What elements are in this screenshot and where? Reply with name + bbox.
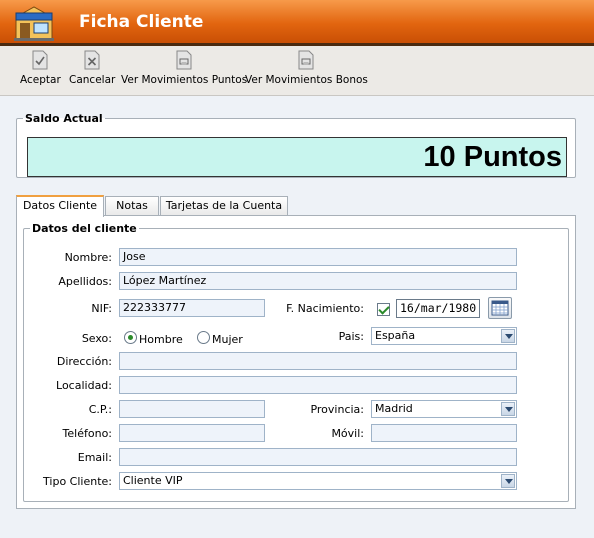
localidad-field[interactable]: [119, 376, 517, 394]
nif-field[interactable]: 222333777: [119, 299, 265, 317]
accept-button[interactable]: Aceptar: [20, 50, 61, 86]
sexo-hombre-label: Hombre: [139, 333, 183, 346]
telefono-field[interactable]: [119, 424, 265, 442]
cp-field[interactable]: [119, 400, 265, 418]
tab-tarjetas[interactable]: Tarjetas de la Cuenta: [160, 196, 288, 216]
printer-document-icon: [298, 50, 314, 70]
cancel-button[interactable]: Cancelar: [69, 50, 115, 86]
balance-legend: Saldo Actual: [25, 112, 103, 125]
email-field[interactable]: [119, 448, 517, 466]
apellidos-field[interactable]: López Martínez: [119, 272, 517, 290]
cancel-label: Cancelar: [69, 74, 116, 86]
sexo-mujer-label: Mujer: [212, 333, 243, 346]
bonus-movements-label: Ver Movimientos Bonos: [245, 74, 368, 86]
accept-icon: [32, 50, 48, 70]
movil-label: Móvil:: [331, 427, 364, 440]
title-bar: Ficha Cliente: [0, 0, 594, 46]
movil-field[interactable]: [371, 424, 517, 442]
tab-notas[interactable]: Notas: [105, 196, 159, 216]
telefono-label: Teléfono:: [62, 427, 112, 440]
cancel-icon: [84, 50, 100, 70]
cp-label: C.P.:: [88, 403, 112, 416]
points-movements-label: Ver Movimientos Puntos: [121, 74, 248, 86]
client-data-legend: Datos del cliente: [32, 222, 137, 235]
tipo-cliente-select[interactable]: Cliente VIP: [119, 472, 517, 490]
tipo-cliente-label: Tipo Cliente:: [43, 475, 112, 488]
chevron-down-icon: [501, 402, 515, 416]
email-label: Email:: [77, 451, 112, 464]
toolbar: Aceptar Cancelar Ver Movimientos Puntos …: [0, 46, 594, 96]
provincia-select[interactable]: Madrid: [371, 400, 517, 418]
tipo-cliente-value: Cliente VIP: [123, 474, 183, 487]
chevron-down-icon: [501, 474, 515, 488]
pais-value: España: [375, 329, 416, 342]
bonus-movements-button[interactable]: Ver Movimientos Bonos: [245, 50, 368, 86]
points-movements-button[interactable]: Ver Movimientos Puntos: [121, 50, 247, 86]
direccion-field[interactable]: [119, 352, 517, 370]
direccion-label: Dirección:: [56, 355, 112, 368]
window-title: Ficha Cliente: [79, 12, 204, 32]
nombre-field[interactable]: Jose: [119, 248, 517, 266]
balance-group: Saldo Actual 10 Puntos: [16, 112, 576, 178]
sexo-label: Sexo:: [81, 332, 112, 345]
provincia-value: Madrid: [375, 402, 413, 415]
pais-select[interactable]: España: [371, 327, 517, 345]
sexo-mujer-radio[interactable]: [197, 331, 210, 344]
nacimiento-date-field[interactable]: 16/mar/1980: [396, 299, 480, 318]
accept-label: Aceptar: [20, 74, 61, 86]
nacimiento-checkbox[interactable]: [377, 303, 390, 316]
tab-datos-cliente[interactable]: Datos Cliente: [16, 195, 104, 217]
chevron-down-icon: [501, 329, 515, 343]
pais-label: Pais:: [338, 330, 364, 343]
store-icon: [14, 6, 54, 41]
localidad-label: Localidad:: [56, 379, 112, 392]
nacimiento-label: F. Nacimiento:: [286, 302, 364, 315]
nombre-label: Nombre:: [64, 251, 112, 264]
sexo-hombre-radio[interactable]: [124, 331, 137, 344]
balance-display: 10 Puntos: [27, 137, 567, 177]
provincia-label: Provincia:: [310, 403, 364, 416]
calendar-icon: [491, 300, 509, 316]
nif-label: NIF:: [91, 302, 112, 315]
calendar-button[interactable]: [488, 297, 512, 319]
apellidos-label: Apellidos:: [58, 275, 112, 288]
balance-value: 10 Puntos: [423, 141, 562, 173]
printer-document-icon: [176, 50, 192, 70]
